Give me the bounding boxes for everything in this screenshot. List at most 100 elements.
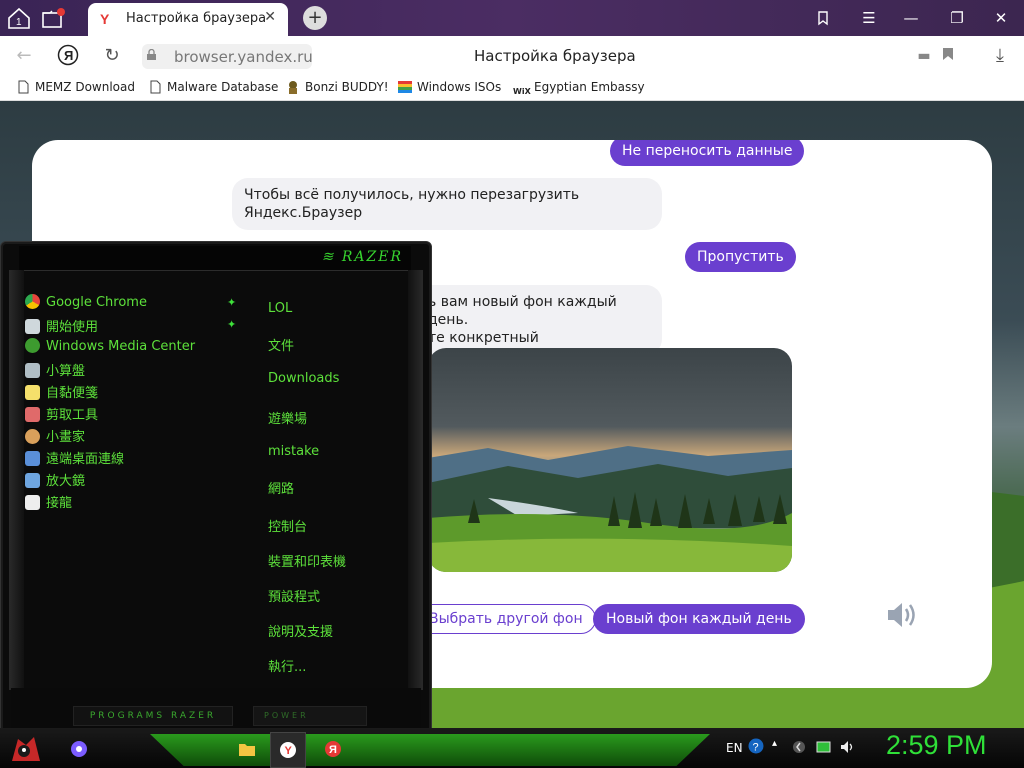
close-button[interactable]: ✕: [978, 0, 1024, 36]
yandex-logo-icon: Я: [57, 44, 79, 66]
paint-icon: [25, 429, 40, 444]
taskbar-yandex-browser[interactable]: Y: [270, 732, 306, 768]
svg-text:Я: Я: [329, 744, 337, 756]
place-network[interactable]: 網路: [268, 478, 294, 497]
bookmark-malware-db[interactable]: Malware Database: [148, 80, 278, 94]
background-preview-image[interactable]: [428, 348, 792, 572]
yandex-favicon-icon: Y: [100, 11, 110, 27]
minimize-icon: —: [903, 9, 919, 27]
program-google-chrome[interactable]: Google Chrome: [25, 294, 147, 314]
url-field[interactable]: browser.yandex.ru: [142, 44, 313, 69]
svg-text:Y: Y: [285, 745, 293, 757]
downloads-button[interactable]: ⤓: [988, 44, 1012, 68]
start-button[interactable]: [6, 732, 46, 766]
folder-notification-icon: [42, 8, 65, 28]
place-control-panel[interactable]: 控制台: [268, 516, 307, 535]
place-documents[interactable]: 文件: [268, 335, 294, 354]
system-tray: EN ? ▴: [718, 732, 878, 766]
program-calculator[interactable]: 小算盤: [25, 360, 85, 380]
restore-icon: ❐: [950, 9, 964, 27]
close-icon: ✕: [994, 9, 1008, 27]
chat-button[interactable]: ▬: [912, 44, 936, 68]
address-bar: ← Я ↻ browser.yandex.ru Настройка браузе…: [0, 36, 1024, 76]
solitaire-icon: [25, 495, 40, 510]
place-games[interactable]: 遊樂場: [268, 408, 307, 427]
program-sticky-notes[interactable]: 自黏便箋: [25, 382, 98, 402]
yandex-home-button[interactable]: Я: [56, 44, 80, 68]
program-paint[interactable]: 小畫家: [25, 426, 85, 446]
submenu-arrow-icon[interactable]: ✦: [227, 319, 237, 330]
sticky-notes-icon: [25, 385, 40, 400]
program-windows-media-center[interactable]: Windows Media Center: [25, 338, 195, 358]
speaker-icon: [888, 603, 915, 627]
program-magnifier[interactable]: 放大鏡: [25, 470, 85, 490]
place-devices-printers[interactable]: 裝置和印表機: [268, 551, 346, 570]
new-background-daily-button[interactable]: Новый фон каждый день: [593, 604, 805, 634]
user-message-skip: Пропустить: [685, 242, 796, 272]
restore-button[interactable]: ❐: [934, 0, 980, 36]
submenu-arrow-icon[interactable]: ✦: [227, 297, 237, 308]
bookmark-memz[interactable]: MEMZ Download: [16, 80, 135, 94]
folder-icon: [239, 744, 255, 756]
bookmark-bonzi[interactable]: Bonzi BUDDY!: [286, 80, 389, 94]
svg-text:Я: Я: [64, 48, 73, 63]
alice-button[interactable]: [62, 732, 96, 766]
alice-assistant-icon: [71, 741, 87, 757]
bookmark-button[interactable]: [936, 44, 960, 68]
place-help-support[interactable]: 說明及支援: [268, 621, 333, 640]
speech-bubble-icon: ▬: [917, 48, 931, 64]
lock-icon: [147, 49, 156, 60]
bookmark-icon: [943, 48, 953, 60]
place-downloads[interactable]: Downloads: [268, 371, 339, 386]
program-solitaire[interactable]: 接龍: [25, 492, 72, 512]
browser-tab-bar: 1 Y Настройка браузера ✕ + ☰ — ❐ ✕: [0, 0, 1024, 36]
battery-tray-button[interactable]: [816, 740, 832, 757]
magnifier-icon: [25, 473, 40, 488]
bookmark-windows-isos[interactable]: Windows ISOs: [398, 80, 501, 94]
new-tab-button[interactable]: +: [303, 6, 327, 30]
show-hidden-icons-button[interactable]: ▴: [772, 738, 777, 749]
choose-other-background-button[interactable]: Выбрать другой фон: [416, 604, 596, 634]
bookmarks-bar: MEMZ Download Malware Database Bonzi BUD…: [0, 76, 1024, 101]
tab-counter-button[interactable]: 1: [4, 4, 34, 32]
place-mistake[interactable]: mistake: [268, 444, 319, 459]
reload-button[interactable]: ↻: [100, 44, 124, 68]
bookmark-collections-icon: [818, 11, 828, 26]
tray-app-button[interactable]: [792, 740, 806, 757]
start-menu-right-rail: [408, 270, 423, 690]
url-text: browser.yandex.ru: [174, 48, 313, 66]
program-snipping-tool[interactable]: 剪取工具: [25, 404, 98, 424]
all-programs-button[interactable]: PROGRAMS RAZER: [73, 706, 233, 726]
voice-button[interactable]: [884, 598, 924, 634]
tab-manager-button[interactable]: [38, 4, 68, 32]
download-arrow-icon: ⤓: [996, 45, 1004, 66]
place-run[interactable]: 執行...: [268, 656, 306, 675]
program-remote-desktop[interactable]: 遠端桌面連線: [25, 448, 124, 468]
collections-button[interactable]: [800, 0, 846, 36]
bookmark-egyptian-embassy[interactable]: WiX Egyptian Embassy: [513, 80, 645, 101]
language-indicator[interactable]: EN: [726, 741, 743, 755]
page-icon: [150, 80, 161, 94]
bonzi-icon: [289, 81, 297, 94]
tab-active[interactable]: Y Настройка браузера ✕: [88, 3, 288, 36]
power-button[interactable]: POWER: [253, 706, 367, 726]
minimize-button[interactable]: —: [888, 0, 934, 36]
taskbar-explorer[interactable]: [230, 732, 264, 766]
taskbar: Y Я EN ? ▴ 2:59 PM: [0, 728, 1024, 768]
start-menu-footer: PROGRAMS RAZER POWER: [11, 688, 421, 728]
taskbar-yandex[interactable]: Я: [316, 732, 350, 766]
menu-button[interactable]: ☰: [846, 0, 892, 36]
taskbar-clock[interactable]: 2:59 PM: [886, 730, 987, 761]
plus-icon: +: [307, 7, 323, 28]
help-tray-button[interactable]: ?: [748, 738, 764, 757]
volume-tray-button[interactable]: [840, 739, 856, 758]
back-button[interactable]: ←: [12, 44, 36, 68]
place-default-programs[interactable]: 預設程式: [268, 586, 320, 605]
windows-flag-icon: [398, 81, 412, 93]
page-title: Настройка браузера: [474, 47, 636, 65]
program-getting-started[interactable]: 開始使用: [25, 316, 98, 336]
place-lol[interactable]: LOL: [268, 301, 292, 316]
razer-snake-icon: ≋: [321, 249, 336, 265]
tray-app-icon: [793, 741, 805, 753]
tab-close-icon[interactable]: ✕: [264, 9, 276, 25]
